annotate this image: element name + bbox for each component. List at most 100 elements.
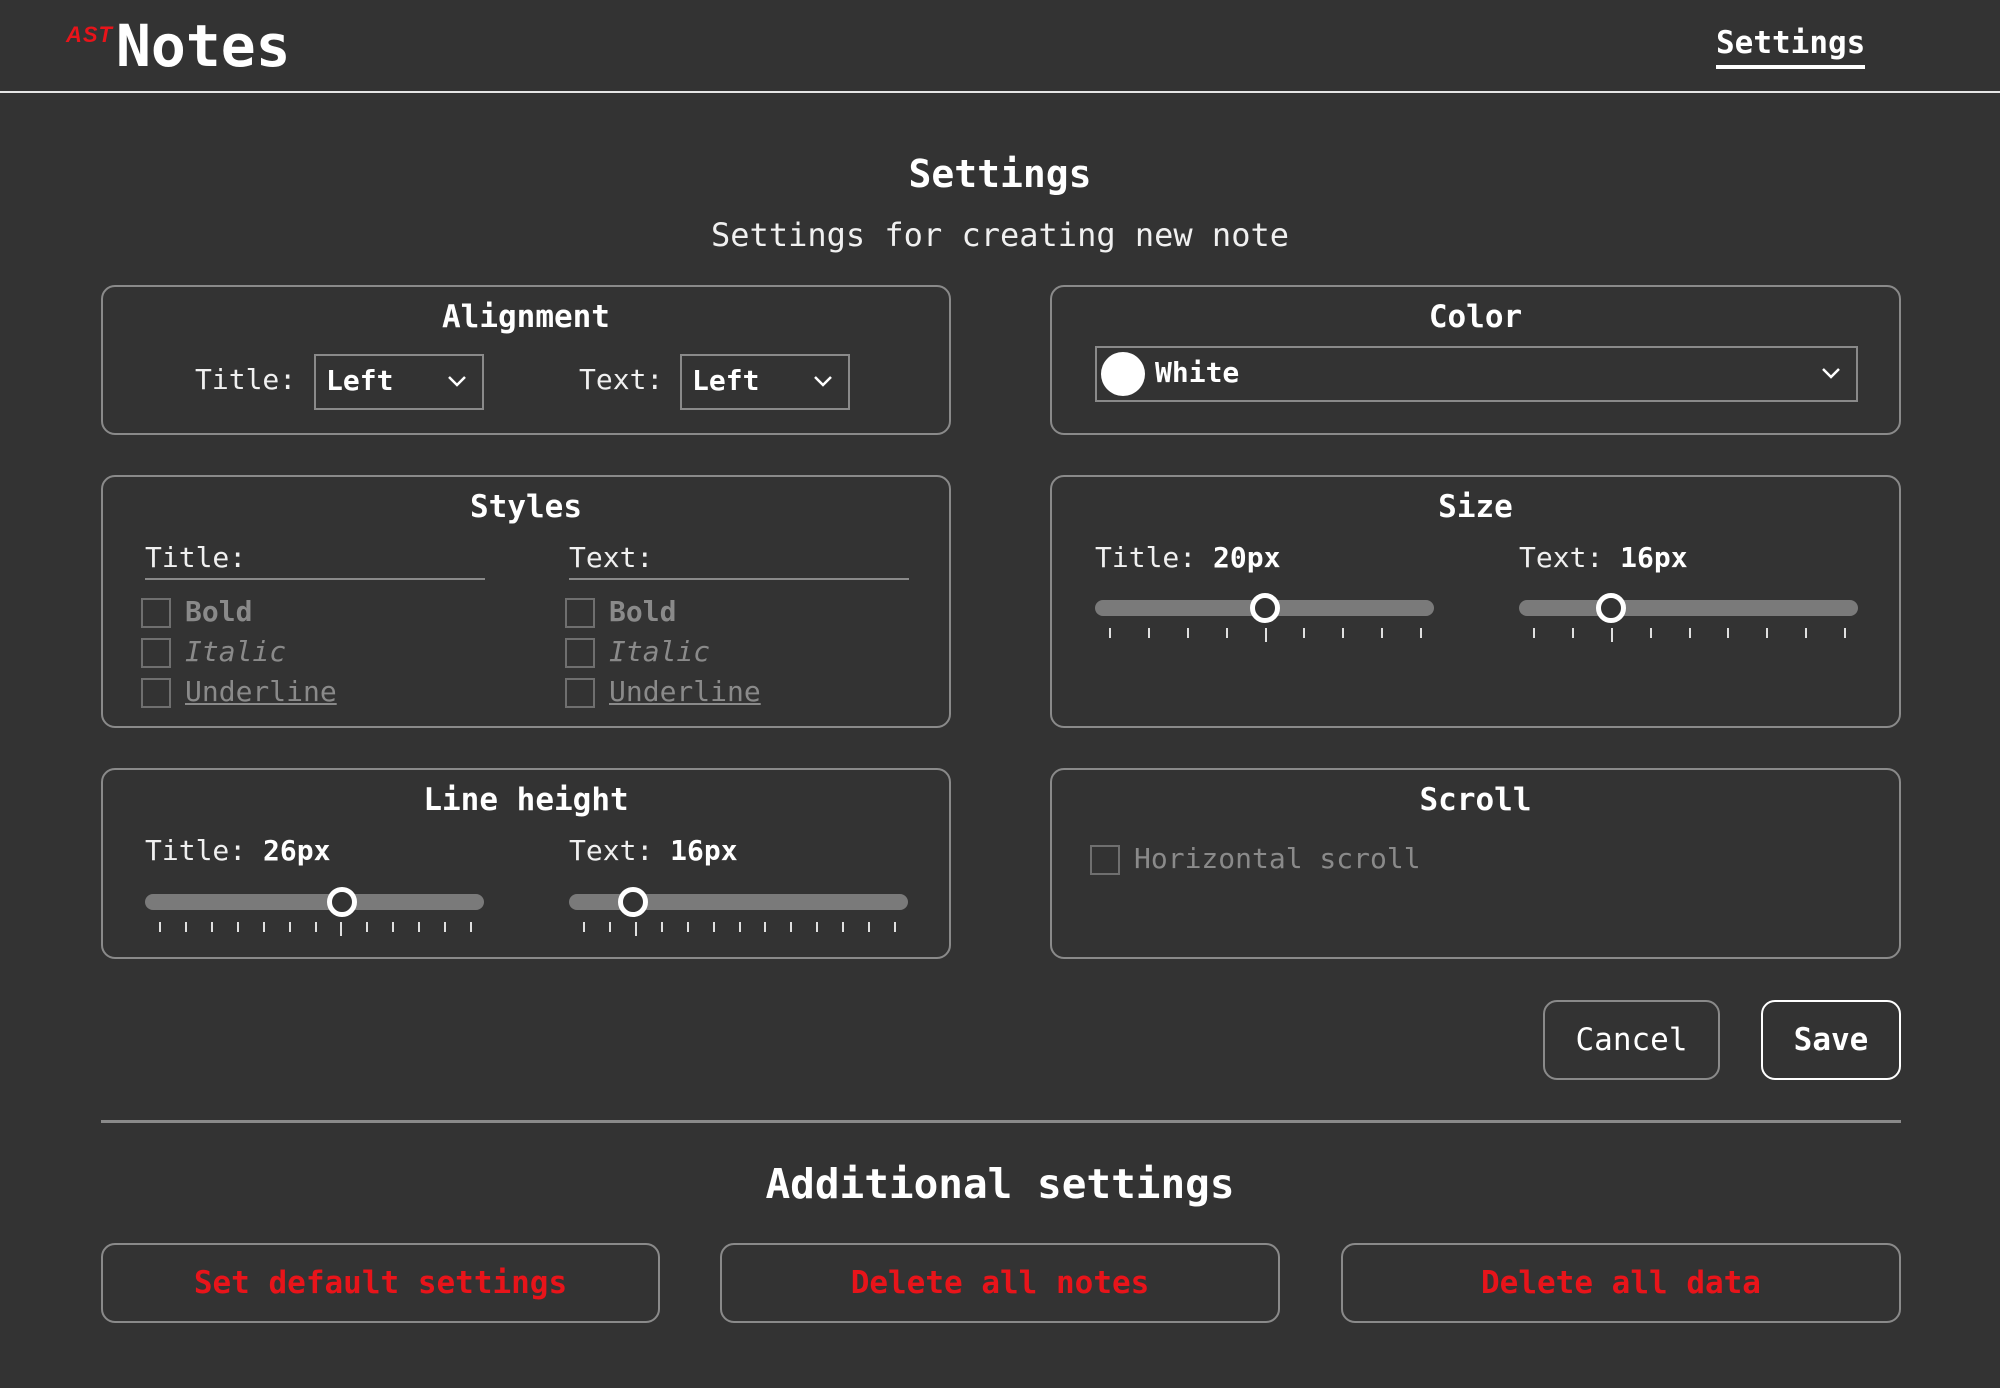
alignment-title: Alignment — [442, 299, 610, 335]
text-alignment-select[interactable]: Left — [680, 354, 850, 410]
delete-all-data-button[interactable]: Delete all data — [1341, 1243, 1901, 1323]
line-height-title-value: 26px — [263, 834, 331, 867]
slider-tick — [262, 922, 265, 932]
slider-thumb[interactable] — [618, 887, 649, 917]
title-line-height-slider[interactable] — [145, 887, 484, 917]
slider-tick — [764, 922, 767, 932]
slider-tick — [1147, 628, 1150, 638]
slider-tick — [210, 922, 213, 932]
slider-tick — [1264, 628, 1267, 642]
styles-title-column-label: Title: — [145, 541, 485, 580]
slider-tick — [608, 922, 611, 932]
styles-title: Styles — [470, 489, 582, 525]
slider-tick — [816, 922, 819, 932]
checkbox-box[interactable] — [141, 598, 171, 628]
slider-tick — [686, 922, 689, 932]
nav-settings-link[interactable]: Settings — [1716, 25, 1866, 69]
text-line-height-ticks — [569, 922, 908, 936]
size-text-value: 16px — [1620, 541, 1688, 574]
slider-tick — [1688, 628, 1691, 638]
text-alignment-value: Left — [692, 364, 760, 397]
checkbox-box[interactable] — [141, 638, 171, 668]
line-height-panel: Line height Title: 26px Text: 16px — [101, 768, 951, 959]
size-text-label: Text: 16px — [1519, 541, 1688, 574]
line-height-text-label: Text: 16px — [569, 834, 738, 867]
slider-tick — [314, 922, 317, 932]
size-title-label: Title: 20px — [1095, 541, 1281, 574]
scroll-title: Scroll — [1419, 782, 1532, 818]
slider-tick — [868, 922, 871, 932]
slider-tick — [790, 922, 793, 932]
page-subtitle: Settings for creating new note — [711, 216, 1289, 254]
slider-thumb[interactable] — [1249, 593, 1280, 623]
size-title: Size — [1438, 489, 1513, 525]
slider-tick — [1186, 628, 1189, 638]
delete-all-notes-button[interactable]: Delete all notes — [720, 1243, 1280, 1323]
color-value: White — [1155, 356, 1240, 389]
checkbox-label: Bold — [185, 595, 253, 628]
slider-tick — [159, 922, 161, 932]
additional-settings-title: Additional settings — [765, 1160, 1235, 1208]
text-line-height-slider[interactable] — [569, 887, 908, 917]
color-select[interactable]: White — [1095, 346, 1858, 402]
chevron-down-icon — [1822, 368, 1840, 379]
checkbox-box[interactable] — [565, 638, 595, 668]
checkbox-label: Italic — [609, 635, 711, 668]
slider-thumb[interactable] — [326, 887, 357, 917]
size-title-value: 20px — [1213, 541, 1281, 574]
checkbox-box[interactable] — [141, 678, 171, 708]
text-size-ticks — [1519, 628, 1858, 642]
slider-tick — [340, 922, 343, 936]
checkbox-label: Underline — [609, 675, 761, 708]
checkbox-box[interactable] — [1090, 845, 1120, 875]
alignment-panel: Alignment Title: Left Text: Left — [101, 285, 951, 435]
line-height-title-label: Title: 26px — [145, 834, 331, 867]
app-logo[interactable]: Notes — [116, 10, 291, 82]
alignment-text-label: Text: — [579, 363, 664, 396]
color-swatch — [1101, 352, 1145, 396]
slider-tick — [470, 922, 472, 932]
slider-tick — [1649, 628, 1652, 638]
slider-tick — [366, 922, 369, 932]
save-button[interactable]: Save — [1761, 1000, 1901, 1080]
logo-superscript: AST — [66, 22, 113, 47]
slider-tick — [1342, 628, 1345, 638]
slider-tick — [1610, 628, 1613, 642]
slider-tick — [1727, 628, 1730, 638]
slider-tick — [1766, 628, 1769, 638]
slider-tick — [1805, 628, 1808, 638]
slider-tick — [236, 922, 239, 932]
title-size-slider[interactable] — [1095, 593, 1434, 623]
text-size-slider[interactable] — [1519, 593, 1858, 623]
checkbox-label: Italic — [185, 635, 287, 668]
cancel-button[interactable]: Cancel — [1543, 1000, 1720, 1080]
page-title: Settings — [908, 152, 1092, 196]
set-default-settings-button[interactable]: Set default settings — [101, 1243, 660, 1323]
alignment-title-label: Title: — [195, 363, 297, 396]
slider-tick — [894, 922, 896, 932]
slider-tick — [660, 922, 663, 932]
slider-tick — [1571, 628, 1574, 638]
checkbox-box[interactable] — [565, 678, 595, 708]
title-size-ticks — [1095, 628, 1434, 642]
slider-tick — [1109, 628, 1111, 638]
line-height-text-value: 16px — [670, 834, 738, 867]
slider-thumb[interactable] — [1595, 593, 1626, 623]
slider-tick — [418, 922, 421, 932]
slider-tick — [1381, 628, 1384, 638]
slider-tick — [1420, 628, 1422, 638]
styles-text-column-label: Text: — [569, 541, 909, 580]
styles-panel: Styles Title: Text: Bold Italic Underlin… — [101, 475, 951, 728]
slider-tick — [288, 922, 291, 932]
checkbox-label: Bold — [609, 595, 677, 628]
slider-tick — [1844, 628, 1846, 638]
color-title: Color — [1428, 299, 1523, 335]
color-panel: Color White — [1050, 285, 1901, 435]
slider-tick — [1225, 628, 1228, 638]
slider-tick — [1533, 628, 1535, 638]
checkbox-box[interactable] — [565, 598, 595, 628]
slider-tick — [712, 922, 715, 932]
line-height-title: Line height — [423, 782, 629, 818]
size-panel: Size Title: 20px Text: 16px — [1050, 475, 1901, 728]
title-alignment-select[interactable]: Left — [314, 354, 484, 410]
